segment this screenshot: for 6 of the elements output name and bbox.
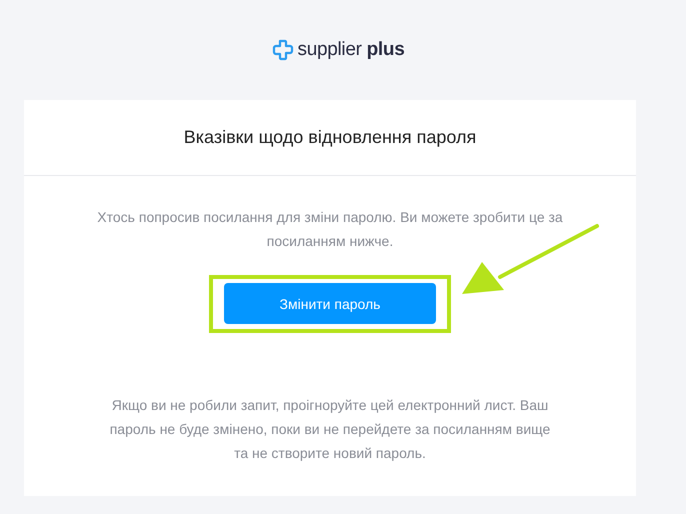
email-title: Вказівки щодо відновлення пароля: [184, 127, 476, 148]
change-password-button[interactable]: Змінити пароль: [224, 283, 436, 324]
logo-wordmark: supplier plus: [298, 39, 404, 61]
logo-icon: [272, 39, 294, 61]
note-text: Якщо ви не робили запит, проігноруйте цей електронний лист. Ваш пароль не буде змінено, поки ви не перейдете за посиланням вище та не створите новий пароль.: [108, 396, 552, 463]
intro-text: Хтось попросив посилання для зміни паролю. Ви можете зробити це за посиланням нижче.: [96, 208, 564, 251]
